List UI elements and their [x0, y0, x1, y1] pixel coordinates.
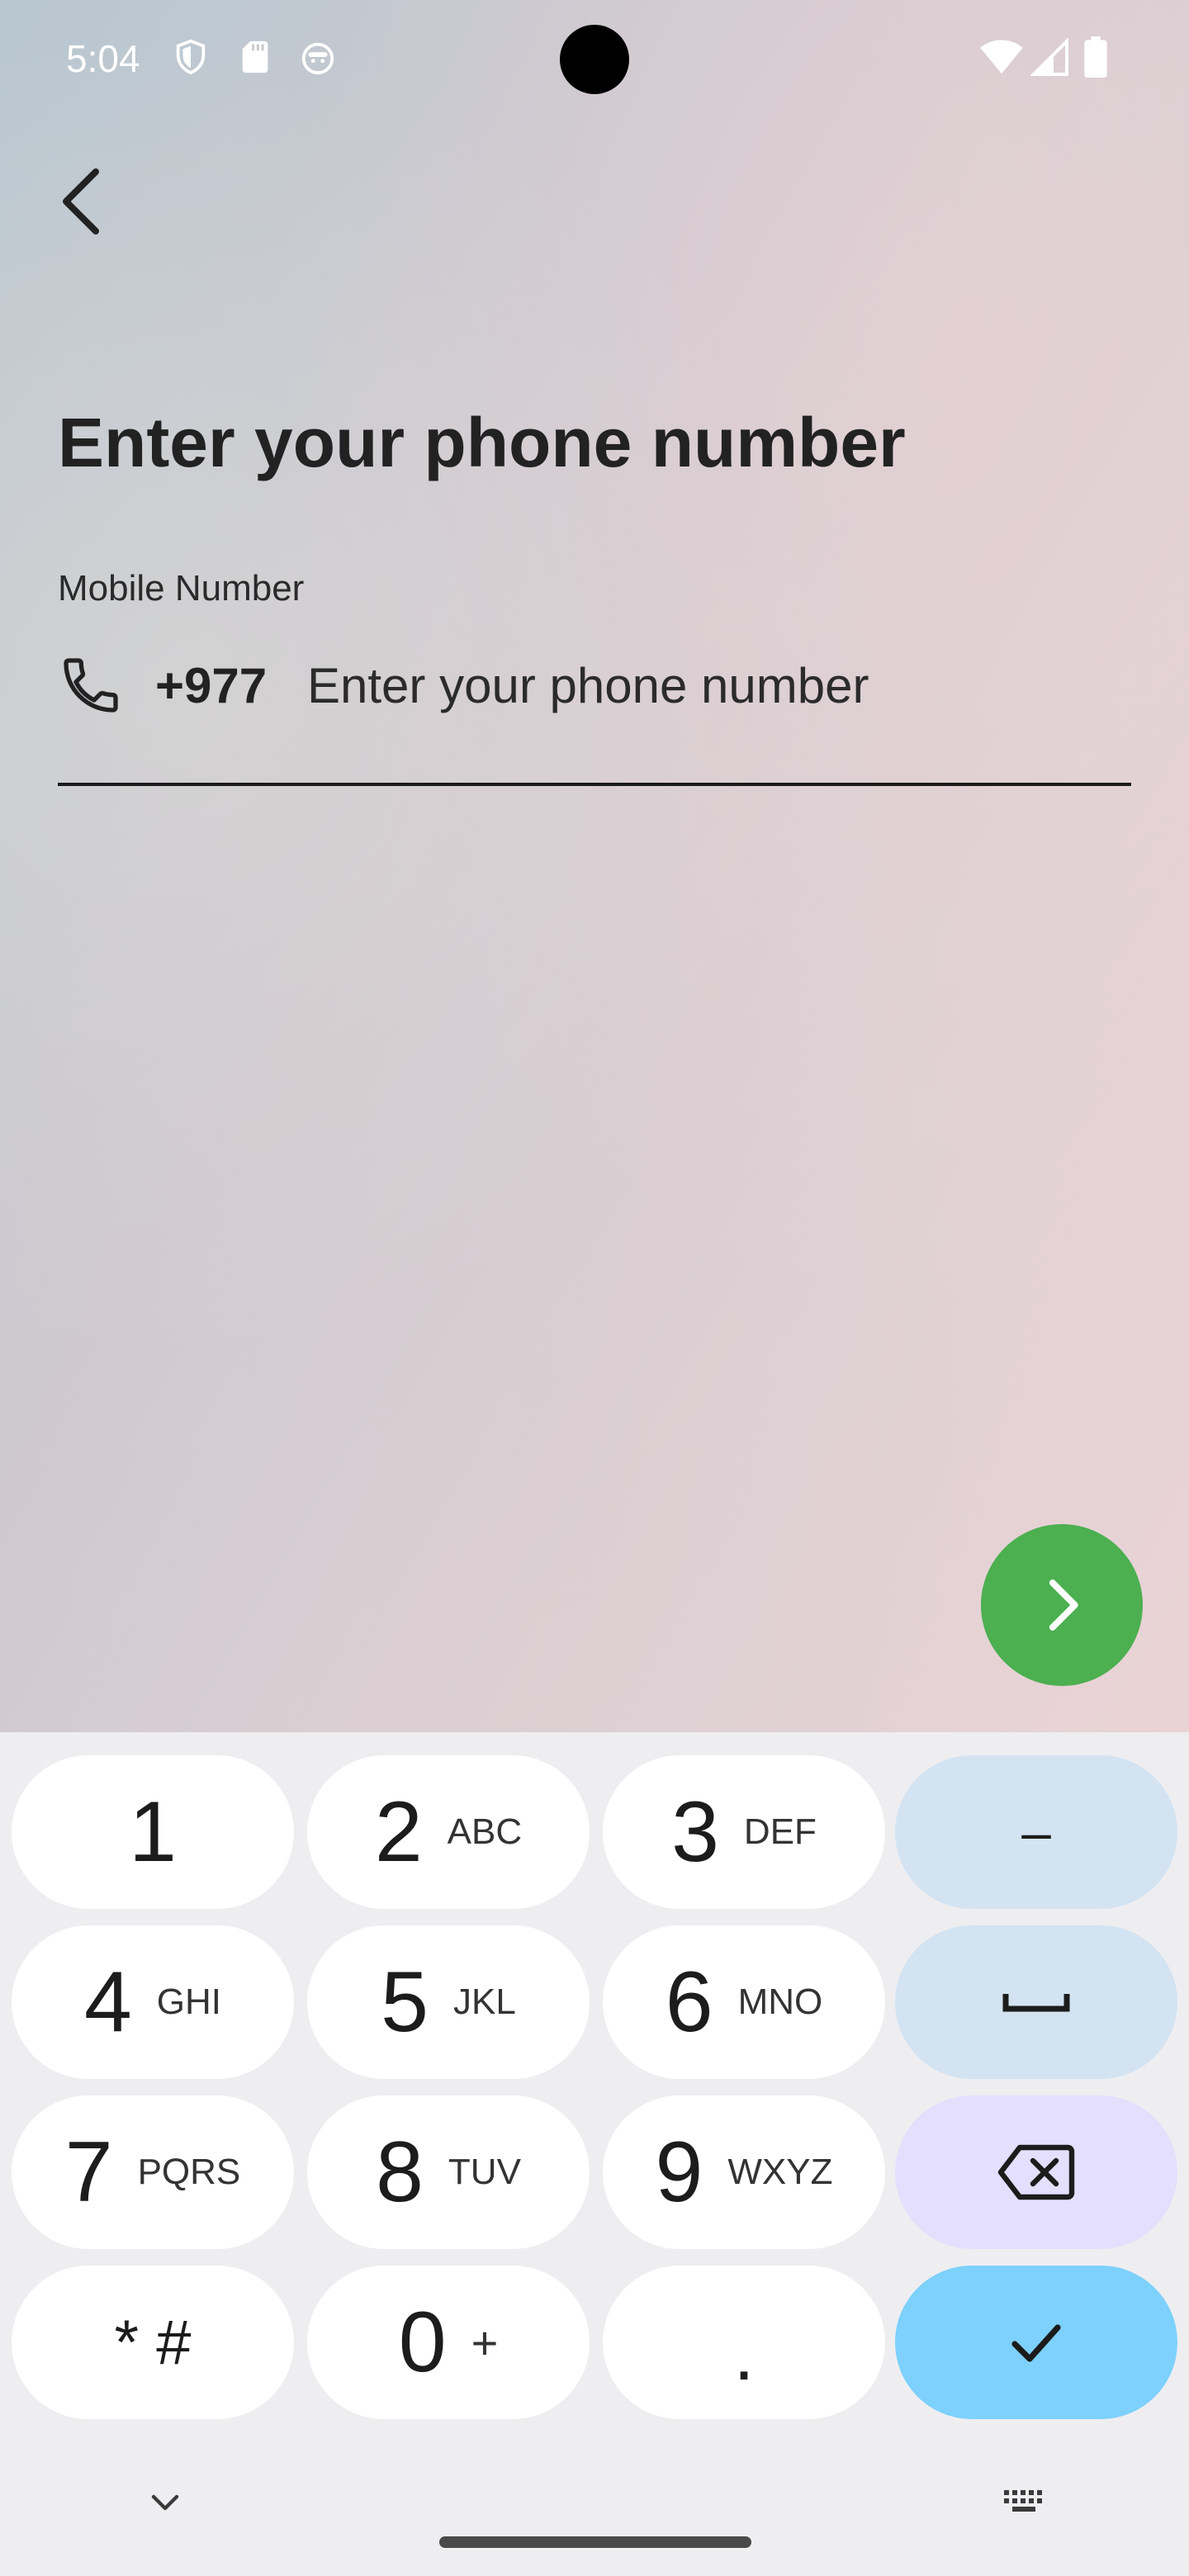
app-background: 5:04 Enter your phone number Mobile Numb…: [0, 0, 1189, 1732]
backspace-icon: [997, 2144, 1075, 2200]
key-2[interactable]: 2 ABC: [307, 1755, 590, 1909]
chevron-down-icon[interactable]: [145, 2484, 185, 2523]
key-5-digit: 5: [381, 1953, 429, 2050]
chevron-right-icon: [1049, 1579, 1078, 1631]
key-2-letters: ABC: [447, 1811, 523, 1852]
key-dot[interactable]: .: [603, 2266, 885, 2419]
key-6[interactable]: 6 MNO: [603, 1925, 885, 2079]
key-5[interactable]: 5 JKL: [307, 1925, 590, 2079]
input-underline: [58, 783, 1131, 786]
key-7-digit: 7: [64, 2124, 113, 2220]
key-dash[interactable]: –: [895, 1755, 1177, 1909]
back-button[interactable]: [50, 162, 116, 241]
key-8-digit: 8: [376, 2124, 424, 2220]
space-icon: [1002, 1994, 1070, 2012]
key-0-digit: 0: [398, 2294, 447, 2390]
page-title: Enter your phone number: [58, 404, 906, 481]
key-space[interactable]: [895, 1925, 1177, 2079]
numeric-keyboard: 1 2 ABC 3 DEF – 4 GHI 5 JKL 6 MNO 7 PQRS…: [0, 1732, 1189, 2576]
cell-signal-icon: [1030, 38, 1068, 76]
phone-number-input[interactable]: [307, 652, 1116, 718]
key-8[interactable]: 8 TUV: [307, 2095, 590, 2249]
key-1-digit: 1: [129, 1783, 177, 1880]
keyboard-icon[interactable]: [1001, 2487, 1047, 2520]
key-4-letters: GHI: [156, 1982, 222, 2022]
battery-icon: [1084, 36, 1107, 78]
next-button[interactable]: [981, 1524, 1143, 1686]
key-9-digit: 9: [655, 2124, 703, 2220]
key-3-digit: 3: [671, 1783, 719, 1880]
key-1[interactable]: 1: [12, 1755, 294, 1909]
country-code[interactable]: +977: [155, 657, 267, 714]
key-star-hash[interactable]: * #: [12, 2266, 294, 2419]
key-3[interactable]: 3 DEF: [603, 1755, 885, 1909]
key-6-digit: 6: [665, 1953, 713, 2050]
android-face-icon: [301, 42, 334, 75]
key-9-letters: WXYZ: [727, 2152, 833, 2192]
phone-icon: [64, 658, 118, 713]
key-star-hash-label: * #: [114, 2307, 192, 2378]
key-dot-label: .: [733, 2313, 755, 2396]
key-8-letters: TUV: [448, 2152, 521, 2192]
vpn-shield-icon: [176, 39, 206, 75]
key-dash-label: –: [1021, 1802, 1051, 1862]
wifi-icon: [980, 40, 1023, 74]
key-backspace[interactable]: [895, 2095, 1177, 2249]
key-done[interactable]: [895, 2266, 1177, 2419]
key-7[interactable]: 7 PQRS: [12, 2095, 294, 2249]
mobile-number-label: Mobile Number: [58, 568, 305, 608]
key-0-plus: +: [471, 2316, 499, 2369]
sd-card-icon: [242, 40, 268, 73]
key-0[interactable]: 0 +: [307, 2266, 590, 2419]
key-4-digit: 4: [83, 1953, 132, 2050]
key-7-letters: PQRS: [137, 2152, 241, 2192]
key-9[interactable]: 9 WXYZ: [603, 2095, 885, 2249]
camera-cutout: [560, 25, 629, 94]
checkmark-icon: [1011, 2324, 1061, 2362]
key-2-digit: 2: [374, 1783, 423, 1880]
home-indicator[interactable]: [439, 2536, 751, 2548]
key-6-letters: MNO: [737, 1982, 823, 2022]
key-4[interactable]: 4 GHI: [12, 1925, 294, 2079]
key-3-letters: DEF: [743, 1811, 817, 1852]
key-5-letters: JKL: [453, 1982, 516, 2022]
status-time: 5:04: [66, 37, 140, 80]
